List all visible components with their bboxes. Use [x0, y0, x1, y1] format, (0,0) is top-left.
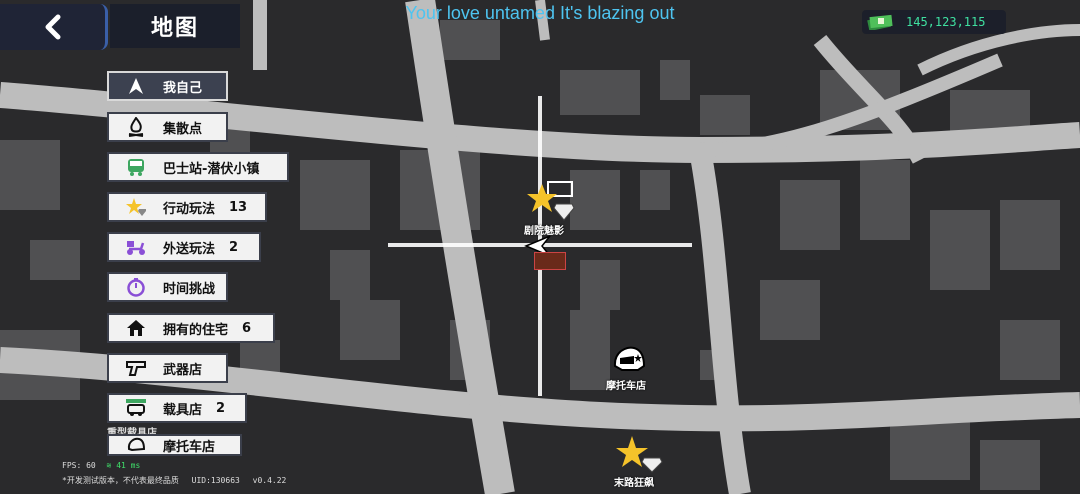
wifi-icon: ≋ — [106, 461, 112, 470]
menu-label: 集散点 — [163, 121, 203, 137]
star-diamond-icon[interactable] — [526, 180, 576, 222]
menu-count: 6 — [242, 320, 252, 336]
menu-item-time-challenge[interactable]: 时间挑战 — [107, 272, 228, 302]
menu-item-distribution-point[interactable]: 集散点 — [107, 112, 228, 142]
star-diamond-icon — [123, 194, 149, 220]
star-diamond-icon[interactable] — [614, 434, 664, 474]
menu-item-action-play[interactable]: 行动玩法 13 — [107, 192, 267, 222]
menu-item-delivery-play[interactable]: 外送玩法 2 — [107, 232, 261, 262]
menu-item-vehicle-shop[interactable]: 载具店 2 — [107, 393, 247, 423]
build-note: *开发测试版本，不代表最终品质 — [62, 476, 179, 485]
menu-count: 2 — [229, 239, 239, 255]
pistol-icon — [123, 355, 149, 381]
menu-label: 我自己 — [163, 80, 203, 96]
menu-label: 载具店 — [163, 402, 203, 418]
player-arrow-icon — [123, 73, 149, 99]
ping-text: 41 ms — [116, 461, 141, 470]
house-icon — [123, 315, 149, 341]
marker-label-theater: 剧院魅影 — [524, 226, 564, 237]
menu-label: 拥有的住宅 — [163, 322, 229, 338]
money-amount: 145,123,115 — [906, 15, 986, 29]
fps-text: FPS: 60 — [62, 461, 96, 470]
menu-item-self[interactable]: 我自己 — [107, 71, 228, 101]
vehicle-shop-icon — [123, 395, 149, 421]
fps-counter: FPS: 60 ≋ 41 ms — [62, 461, 140, 470]
marker-label-last-road: 末路狂飙 — [614, 478, 654, 489]
bus-icon — [123, 154, 149, 180]
player-vehicle — [534, 252, 566, 270]
marker-label-moto-shop: 摩托车店 — [606, 381, 646, 392]
menu-item-moto-shop[interactable]: 摩托车店 — [107, 434, 242, 456]
menu-item-weapon-shop[interactable]: 武器店 — [107, 353, 228, 383]
delivery-scooter-icon — [123, 234, 149, 260]
campfire-icon — [123, 114, 149, 140]
menu-label: 外送玩法 — [163, 241, 216, 257]
menu-label: 武器店 — [163, 362, 203, 378]
menu-label: 时间挑战 — [163, 281, 216, 297]
menu-label: 巴士站-潜伏小镇 — [163, 161, 260, 177]
menu-item-owned-homes[interactable]: 拥有的住宅 6 — [107, 313, 275, 343]
helmet-icon[interactable] — [612, 344, 646, 376]
money-display: 145,123,115 — [862, 10, 1006, 34]
helmet-icon — [123, 432, 149, 458]
menu-item-bus-stop[interactable]: 巴士站-潜伏小镇 — [107, 152, 289, 182]
version-text: v0.4.22 — [252, 476, 287, 485]
build-info: *开发测试版本，不代表最终品质 UID:130663 v0.4.22 — [62, 475, 286, 486]
menu-count: 2 — [216, 400, 226, 416]
uid-text: UID:130663 — [191, 476, 240, 485]
menu-label: 摩托车店 — [163, 439, 216, 455]
menu-count: 13 — [229, 199, 248, 215]
cash-stack-icon — [867, 14, 893, 30]
stopwatch-icon — [123, 274, 149, 300]
menu-label: 行动玩法 — [163, 201, 216, 217]
